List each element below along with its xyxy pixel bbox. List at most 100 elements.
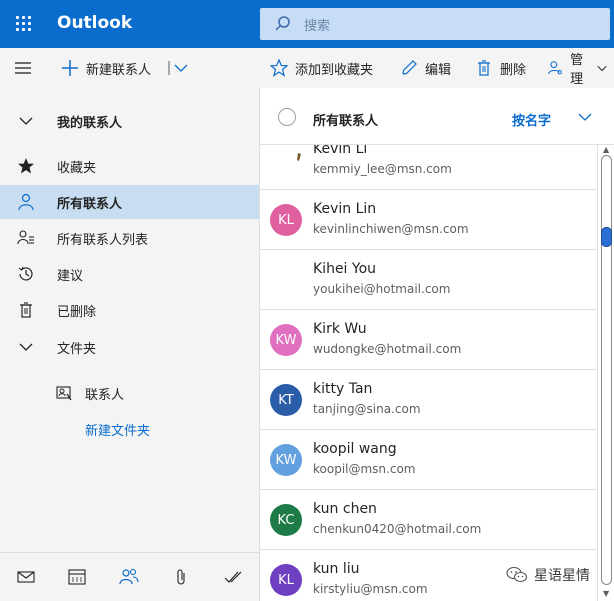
nav-item-label: 收藏夹 [57, 160, 97, 176]
avatar: KL [270, 204, 302, 236]
folders-section[interactable]: 文件夹 [0, 330, 259, 364]
hamburger-menu-button[interactable] [14, 48, 39, 88]
attachment-icon[interactable] [171, 567, 191, 587]
contact-row[interactable]: Kevin Li kemmiy_lee@msn.com [260, 145, 597, 190]
contact-list-icon [17, 230, 34, 245]
chevron-down-icon [168, 61, 188, 75]
folder-contacts[interactable]: 联系人 [0, 376, 259, 410]
contact-email: koopil@msn.com [313, 462, 416, 476]
sort-dropdown[interactable]: 按名字 [512, 110, 551, 129]
delete-label: 删除 [500, 62, 527, 78]
app-launcher-icon[interactable] [14, 14, 34, 34]
contact-email: wudongke@hotmail.com [313, 342, 462, 356]
nav-item-label: 所有联系人列表 [57, 232, 149, 248]
avatar: KC [270, 504, 302, 536]
avatar: KT [270, 384, 302, 416]
contact-row[interactable]: KL Kevin Lin kevinlinchiwen@msn.com [260, 190, 597, 250]
chevron-down-icon [19, 343, 33, 351]
scrollbar-thumb[interactable] [601, 227, 612, 247]
app-title[interactable]: Outlook [57, 13, 132, 33]
nav-item-contact-lists[interactable]: 所有联系人列表 [0, 221, 259, 255]
scrollbar-track[interactable] [601, 155, 612, 585]
my-contacts-title: 我的联系人 [57, 115, 123, 131]
todo-icon[interactable] [223, 567, 243, 587]
contact-email: youkihei@hotmail.com [313, 282, 451, 296]
person-settings-icon [548, 61, 562, 75]
nav-item-label: 建议 [57, 268, 84, 284]
calendar-icon[interactable] [67, 567, 87, 587]
watermark-text: 星语星情 [534, 568, 590, 584]
nav-item-label: 所有联系人 [57, 196, 123, 212]
contact-name: Kihei You [313, 261, 377, 277]
history-icon [18, 266, 33, 281]
contact-list-pane: 所有联系人 按名字 Kevin Li kemmiy_lee@msn.com KL… [259, 88, 614, 601]
new-folder-label: 新建文件夹 [85, 423, 151, 439]
trash-icon [20, 302, 32, 318]
people-icon[interactable] [119, 567, 139, 587]
app-header: Outlook 搜索 [0, 0, 614, 48]
delete-button[interactable]: 删除 [475, 48, 526, 88]
edit-button[interactable]: 编辑 [400, 48, 451, 88]
my-contacts-section[interactable]: 我的联系人 [0, 104, 259, 138]
scroll-up-arrow-icon[interactable]: ▲ [603, 145, 609, 154]
new-folder-link[interactable]: 新建文件夹 [0, 412, 259, 446]
contact-row[interactable]: KW koopil wang koopil@msn.com [260, 430, 597, 490]
contact-email: tanjing@sina.com [313, 402, 421, 416]
avatar: KW [270, 444, 302, 476]
contact-row[interactable]: KT kitty Tan tanjing@sina.com [260, 370, 597, 430]
pencil-icon [402, 60, 417, 75]
new-contact-button[interactable]: 新建联系人 [61, 48, 151, 88]
new-contact-label: 新建联系人 [86, 62, 152, 78]
add-to-favorites-button[interactable]: 添加到收藏夹 [270, 48, 373, 88]
star-outline-icon [270, 59, 288, 77]
nav-item-label: 已删除 [57, 304, 97, 320]
list-scrollbar[interactable]: ▲ ▼ [597, 145, 614, 601]
avatar: KL [270, 564, 302, 596]
contact-card-icon [56, 386, 72, 401]
contact-row[interactable]: KC kun chen chenkun0420@hotmail.com [260, 490, 597, 550]
manage-label: 管理 [570, 53, 584, 87]
hamburger-icon [15, 62, 31, 74]
edit-label: 编辑 [425, 62, 452, 78]
contact-name: kun chen [313, 501, 377, 517]
cursor-mark-icon [297, 153, 301, 161]
search-input[interactable]: 搜索 [260, 8, 610, 40]
nav-item-deleted[interactable]: 已删除 [0, 293, 259, 327]
contact-rows: Kevin Li kemmiy_lee@msn.com KL Kevin Lin… [260, 145, 597, 601]
contact-email: kevinlinchiwen@msn.com [313, 222, 469, 236]
list-title: 所有联系人 [313, 114, 379, 129]
contact-name: Kirk Wu [313, 321, 367, 337]
search-icon [275, 16, 290, 31]
avatar: KW [270, 324, 302, 356]
contact-name: koopil wang [313, 441, 397, 457]
contact-name: kun liu [313, 561, 360, 577]
nav-item-all-contacts[interactable]: 所有联系人 [0, 185, 259, 219]
contact-row[interactable]: KW Kirk Wu wudongke@hotmail.com [260, 310, 597, 370]
plus-icon [62, 60, 78, 76]
folders-title: 文件夹 [57, 341, 97, 357]
command-bar: 新建联系人 添加到收藏夹 编辑 删除 管理 [0, 48, 614, 88]
new-contact-dropdown[interactable] [168, 48, 197, 88]
module-switcher [0, 552, 259, 601]
nav-item-suggestions[interactable]: 建议 [0, 257, 259, 291]
nav-item-favorites[interactable]: 收藏夹 [0, 149, 259, 183]
contact-email: kemmiy_lee@msn.com [313, 162, 452, 176]
contact-name: Kevin Li [313, 145, 368, 157]
trash-icon [478, 60, 490, 76]
list-header: 所有联系人 按名字 [260, 88, 614, 145]
person-icon [18, 193, 34, 211]
folder-contacts-label: 联系人 [85, 387, 125, 403]
scroll-down-arrow-icon[interactable]: ▼ [603, 589, 609, 598]
contact-name: kitty Tan [313, 381, 373, 397]
wechat-logo-icon [506, 566, 528, 583]
chevron-down-icon[interactable] [578, 110, 592, 124]
star-icon [18, 158, 34, 174]
left-navigation: 我的联系人 收藏夹 所有联系人 所有联系人列表 建议 已删除 文件夹 联系人 新… [0, 88, 259, 552]
select-all-checkbox[interactable] [278, 108, 296, 126]
watermark: 星语星情 [502, 563, 594, 587]
mail-icon[interactable] [16, 567, 36, 587]
contact-name: Kevin Lin [313, 201, 377, 217]
contact-row[interactable]: Kihei You youkihei@hotmail.com [260, 250, 597, 310]
manage-button[interactable]: 管理 [548, 48, 614, 88]
contact-email: kirstyliu@msn.com [313, 582, 428, 596]
